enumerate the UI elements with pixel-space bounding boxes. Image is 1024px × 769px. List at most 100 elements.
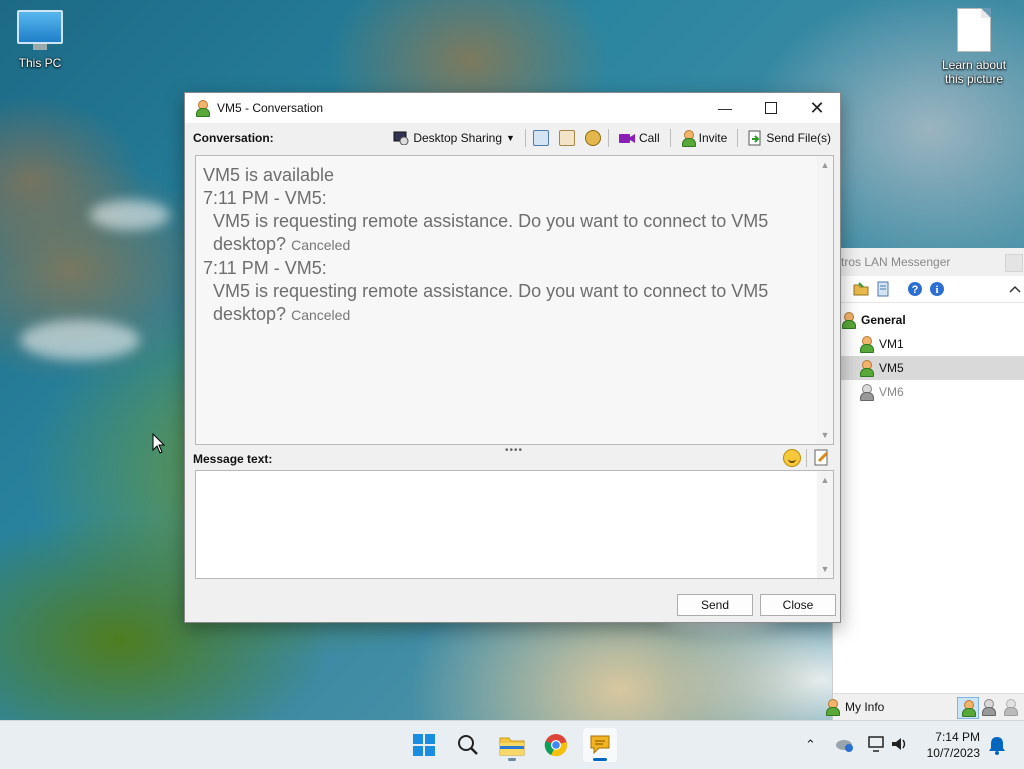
buddy-name: VM5 xyxy=(879,361,904,375)
toolbar-separator xyxy=(607,129,609,147)
minimize-button[interactable] xyxy=(1005,254,1023,272)
conversation-window: VM5 - Conversation — ✕ Conversation: Des… xyxy=(184,92,841,623)
canceled-note: Canceled xyxy=(291,307,351,323)
chevron-up-icon[interactable] xyxy=(1007,281,1023,297)
toolbar-separator xyxy=(524,129,526,147)
history-scrollbar[interactable]: ▲ ▼ xyxy=(817,156,833,444)
scroll-down-icon[interactable]: ▼ xyxy=(817,428,833,442)
clock-time: 7:14 PM xyxy=(935,730,980,744)
show-hidden-icons-chevron-icon[interactable]: ⌃ xyxy=(805,737,816,753)
volume-icon[interactable] xyxy=(890,735,910,753)
history-icon[interactable] xyxy=(532,130,549,146)
buddy-name: VM1 xyxy=(879,337,904,351)
taskbar-clock[interactable]: 7:14 PM 10/7/2023 xyxy=(927,729,980,761)
send-files-label: Send File(s) xyxy=(766,131,831,145)
font-settings-icon[interactable] xyxy=(813,449,831,467)
info-icon[interactable]: i xyxy=(929,281,945,297)
folder-icon xyxy=(499,737,525,756)
svg-text:i: i xyxy=(935,284,938,296)
desktop-icon-learn-picture[interactable]: Learn about this picture xyxy=(934,8,1014,86)
scroll-down-icon[interactable]: ▼ xyxy=(817,562,833,576)
user-online-icon xyxy=(859,360,874,377)
message-input-box[interactable]: ▲ ▼ xyxy=(195,470,834,579)
desktop-sharing-button[interactable]: Desktop Sharing ▼ xyxy=(390,131,518,145)
send-button[interactable]: Send xyxy=(677,594,753,616)
desktop-sharing-icon xyxy=(393,131,409,145)
message-text-label: Message text: xyxy=(193,452,273,466)
history-message-cont: desktop? xyxy=(213,304,287,324)
minimize-button[interactable]: — xyxy=(702,93,748,123)
help-icon[interactable]: ? xyxy=(907,281,923,297)
taskbar-chrome[interactable] xyxy=(539,728,573,762)
start-button[interactable] xyxy=(407,728,441,762)
search-icon xyxy=(458,735,478,755)
my-info-button[interactable]: My Info xyxy=(845,700,884,714)
main-toolbar: ? i xyxy=(833,276,1024,303)
history-message-body-cont: desktop? Canceled xyxy=(203,303,803,327)
cloud-sync-icon[interactable] xyxy=(835,735,855,753)
scroll-up-icon[interactable]: ▲ xyxy=(817,158,833,172)
invite-label: Invite xyxy=(698,131,728,145)
status-available-button[interactable] xyxy=(957,697,979,719)
transfers-icon[interactable] xyxy=(558,130,575,146)
svg-text:?: ? xyxy=(912,284,919,296)
chat-bubble-icon xyxy=(590,735,610,755)
chrome-icon xyxy=(544,734,567,757)
taskbar-lan-messenger[interactable] xyxy=(583,728,617,762)
message-scrollbar[interactable]: ▲ ▼ xyxy=(817,471,833,578)
taskbar-file-explorer[interactable] xyxy=(495,728,529,762)
call-label: Call xyxy=(638,131,660,145)
history-message-header: 7:11 PM - VM5: xyxy=(203,258,327,278)
history-message-header: 7:11 PM - VM5: xyxy=(203,188,327,208)
send-file-icon xyxy=(748,130,761,146)
group-label: General xyxy=(861,313,906,327)
call-button[interactable]: Call xyxy=(616,131,663,145)
settings-gear-icon[interactable] xyxy=(584,130,601,146)
running-indicator xyxy=(508,758,516,761)
conversation-titlebar[interactable]: VM5 - Conversation — ✕ xyxy=(185,93,840,123)
history-message-body: VM5 is requesting remote assistance. Do … xyxy=(213,211,769,231)
canceled-note: Canceled xyxy=(291,237,351,253)
buddy-vm5[interactable]: VM5 xyxy=(833,356,1024,380)
conversation-toolbar: Desktop Sharing ▼ Call Invite Send File(… xyxy=(390,127,834,149)
document-icon xyxy=(957,8,991,52)
group-users-icon xyxy=(841,312,856,329)
mouse-cursor-icon xyxy=(152,433,166,454)
folder-open-icon[interactable] xyxy=(853,281,869,297)
desktop-icon-this-pc[interactable]: This PC xyxy=(0,10,80,70)
desktop-sharing-label: Desktop Sharing xyxy=(413,131,503,145)
windows-logo-icon xyxy=(413,734,435,756)
close-window-button[interactable]: ✕ xyxy=(794,93,840,123)
video-camera-icon xyxy=(618,134,635,143)
history-message-body: VM5 is requesting remote assistance. Do … xyxy=(213,281,769,301)
window-title: VM5 - Conversation xyxy=(217,101,324,115)
history-status-line: VM5 is available xyxy=(203,165,335,185)
invite-users-icon xyxy=(681,130,696,147)
search-button[interactable] xyxy=(451,728,485,762)
buddy-vm6[interactable]: VM6 xyxy=(833,380,1024,404)
emoticon-icon[interactable] xyxy=(783,449,801,467)
close-button[interactable]: Close xyxy=(760,594,836,616)
invite-button[interactable]: Invite xyxy=(678,130,731,147)
computer-icon xyxy=(17,10,63,50)
scroll-up-icon[interactable]: ▲ xyxy=(817,473,833,487)
main-window-titlebar[interactable]: tros LAN Messenger xyxy=(833,248,1024,276)
group-general[interactable]: General xyxy=(841,312,906,329)
notification-bell-icon[interactable] xyxy=(988,735,1006,755)
taskbar: ⌃ 7:14 PM 10/7/2023 xyxy=(0,720,1024,769)
buddy-vm1[interactable]: VM1 xyxy=(833,332,1024,356)
splitter-handle[interactable]: •••• xyxy=(505,445,523,456)
conversation-history[interactable]: VM5 is available 7:11 PM - VM5: VM5 is r… xyxy=(195,155,834,445)
history-messages: VM5 is available 7:11 PM - VM5: VM5 is r… xyxy=(203,164,803,327)
status-away-icon[interactable] xyxy=(1003,699,1018,716)
toolbar-separator xyxy=(806,449,807,467)
message-input[interactable] xyxy=(196,471,818,578)
network-icon[interactable] xyxy=(867,735,887,753)
status-busy-icon[interactable] xyxy=(981,699,996,716)
maximize-button[interactable] xyxy=(748,93,794,123)
conversation-label: Conversation: xyxy=(193,131,274,145)
user-online-icon xyxy=(859,336,874,353)
send-files-button[interactable]: Send File(s) xyxy=(745,130,834,146)
history-book-icon[interactable] xyxy=(875,281,891,297)
running-indicator xyxy=(593,758,607,761)
